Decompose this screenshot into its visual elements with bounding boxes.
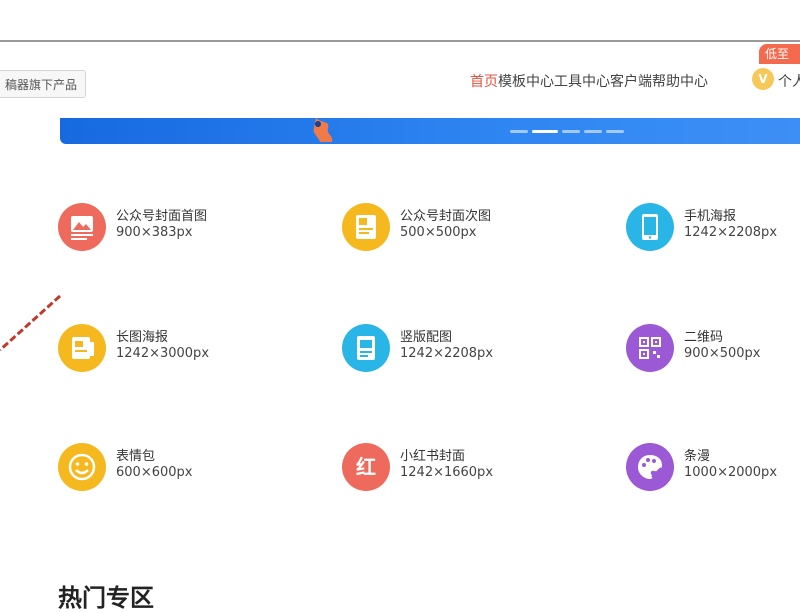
template-size: 900×383px (116, 225, 193, 240)
smiley-icon (58, 443, 106, 491)
template-card[interactable]: 红 小红书封面 1242×1660px (342, 443, 522, 495)
banner-pagination (510, 130, 624, 133)
vip-promo-badge[interactable]: 低至 (759, 44, 800, 64)
template-name: 公众号封面首图 (116, 209, 208, 224)
image-icon (58, 203, 106, 251)
template-size: 1242×2208px (684, 225, 778, 240)
template-card[interactable]: 条漫 1000×2000px (626, 443, 800, 495)
vip-icon[interactable]: V (752, 68, 774, 90)
template-size: 500×500px (400, 225, 477, 240)
template-name: 长图海报 (116, 330, 169, 345)
products-dropdown-button[interactable]: 稿器旗下产品 (0, 70, 87, 98)
template-name: 手机海报 (684, 209, 737, 224)
main-nav: 首页 模板中心 工具中心 客户端 帮助中心 (470, 72, 708, 92)
template-card[interactable]: 手机海报 1242×2208px (626, 203, 800, 255)
nav-templates[interactable]: 模板中心 (498, 72, 554, 92)
template-name: 二维码 (684, 330, 724, 345)
svg-text:红: 红 (356, 455, 376, 479)
doc-image-icon (342, 203, 390, 251)
template-size: 1000×2000px (684, 465, 778, 480)
template-card[interactable]: 公众号封面首图 900×383px (58, 203, 238, 255)
nav-tools[interactable]: 工具中心 (554, 72, 610, 92)
banner-dot[interactable] (510, 130, 528, 133)
nav-help[interactable]: 帮助中心 (652, 72, 708, 92)
template-card[interactable]: 长图海报 1242×3000px (58, 324, 238, 376)
banner-dot[interactable] (532, 130, 558, 133)
template-size: 600×600px (116, 465, 193, 480)
banner-dot[interactable] (606, 130, 624, 133)
hero-banner[interactable] (60, 118, 800, 144)
palette-icon (626, 443, 674, 491)
nav-client[interactable]: 客户端 (610, 72, 652, 92)
template-name: 竖版配图 (400, 330, 453, 345)
personal-center-link[interactable]: 个人 (778, 72, 800, 92)
template-name: 条漫 (684, 449, 711, 464)
red-text-icon: 红 (342, 443, 390, 491)
template-card[interactable]: 竖版配图 1242×2208px (342, 324, 522, 376)
template-size: 900×500px (684, 346, 761, 361)
qrcode-icon (626, 324, 674, 372)
vertical-image-icon (342, 324, 390, 372)
template-size: 1242×3000px (116, 346, 210, 361)
template-card[interactable]: 二维码 900×500px (626, 324, 800, 376)
template-card[interactable]: 公众号封面次图 500×500px (342, 203, 522, 255)
template-card[interactable]: 表情包 600×600px (58, 443, 238, 495)
template-size: 1242×1660px (400, 465, 494, 480)
nav-home[interactable]: 首页 (470, 72, 498, 92)
phone-icon (626, 203, 674, 251)
annotation-red-stroke (0, 294, 62, 352)
template-name: 小红书封面 (400, 449, 466, 464)
template-size: 1242×2208px (400, 346, 494, 361)
banner-illustration (313, 118, 333, 142)
template-name: 公众号封面次图 (400, 209, 492, 224)
banner-dot[interactable] (584, 130, 602, 133)
banner-dot[interactable] (562, 130, 580, 133)
template-name: 表情包 (116, 449, 156, 464)
hot-section-title: 热门专区 (58, 584, 154, 612)
